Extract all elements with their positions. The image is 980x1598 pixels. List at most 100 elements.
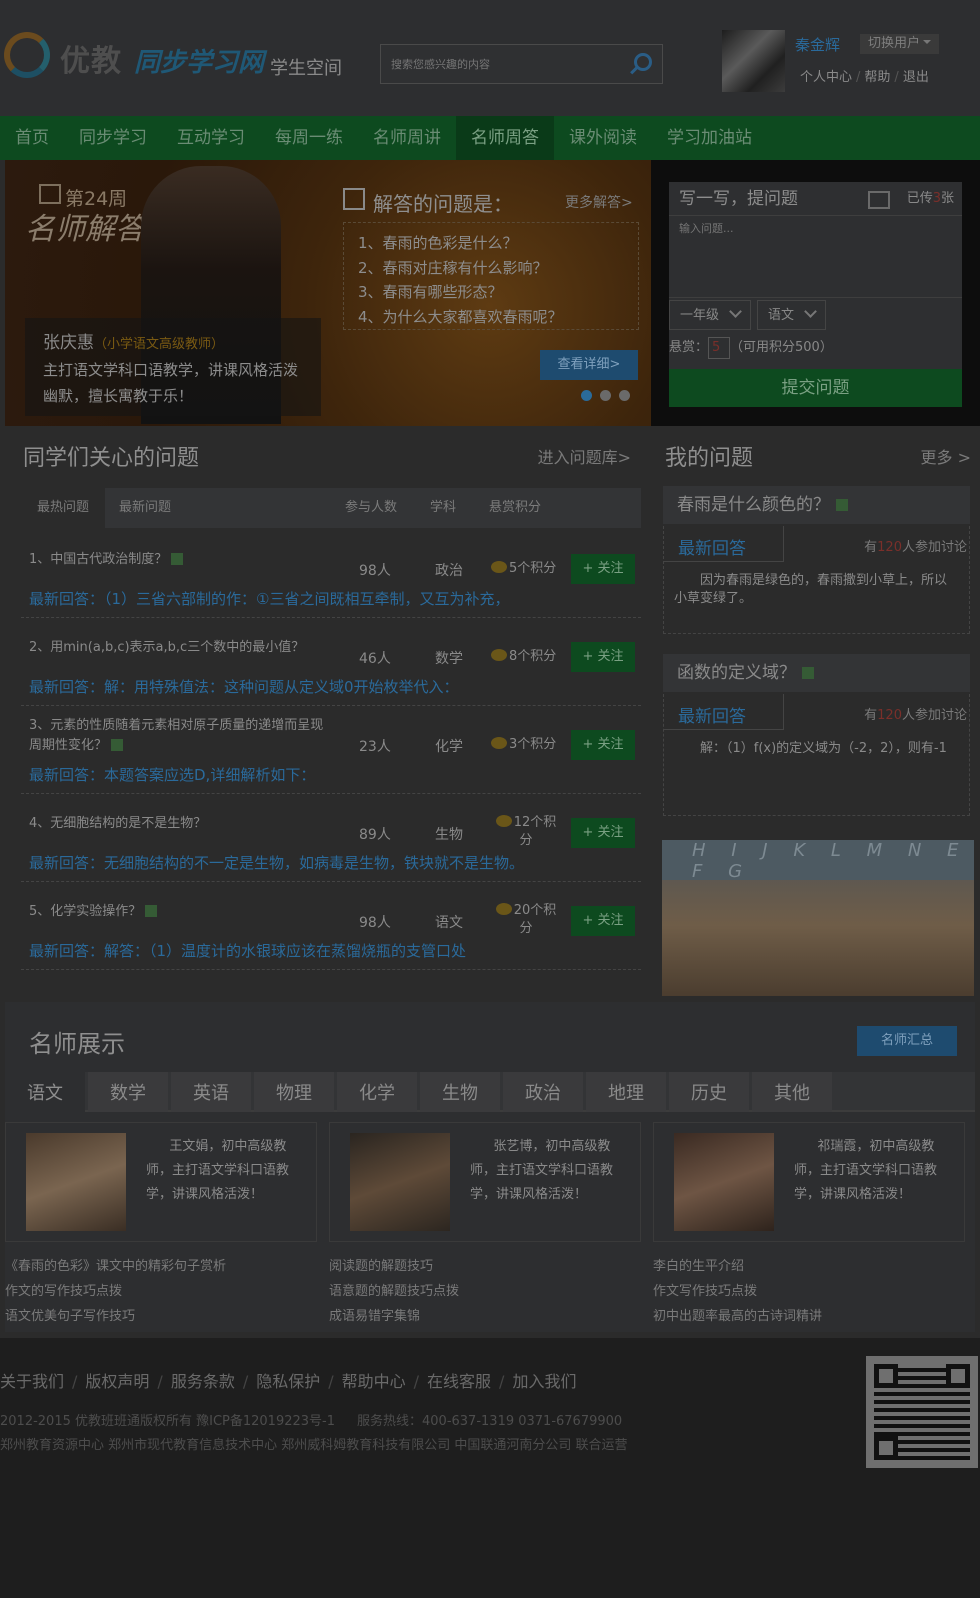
tab-history[interactable]: 历史 [669,1072,749,1112]
my-question-answer: 最新回答 有120人参加讨论 因为春雨是绿色的，春雨撒到小草上，所以小草变绿了。 [663,526,970,634]
more-answers-link[interactable]: 更多解答> [565,192,633,212]
terms-link[interactable]: 服务条款 [171,1372,235,1391]
user-name[interactable]: 秦金辉 [795,34,840,55]
teacher-photo[interactable] [674,1133,774,1231]
tab-physics[interactable]: 物理 [254,1072,334,1112]
lesson-link[interactable]: 作文的写作技巧点拨 [5,1279,226,1304]
grade-select[interactable]: 一年级 [669,300,752,330]
tab-geography[interactable]: 地理 [586,1072,666,1112]
teacher-photo[interactable] [350,1133,450,1231]
site-logo[interactable]: 优教 同步学习网 学生空间 [4,30,342,82]
privacy-link[interactable]: 隐私保护 [256,1372,320,1391]
participant-count: 46人 [359,651,391,667]
nav-sync-learning[interactable]: 同步学习 [64,116,162,160]
copyright-link[interactable]: 版权声明 [85,1372,149,1391]
submit-question-button[interactable]: 提交问题 [669,369,962,407]
teacher-links: 阅读题的解题技巧 语意题的解题技巧点拨 成语易错字集锦 [329,1254,459,1329]
lesson-link[interactable]: 阅读题的解题技巧 [329,1254,459,1279]
latest-answer[interactable]: 最新回答：解：用特殊值法：这种问题从定义域0开始枚举代入： [29,676,459,697]
follow-button[interactable]: + 关注 [571,818,635,848]
banner-question[interactable]: 2、春雨对庄稼有什么影响？ [358,256,624,281]
question-title[interactable]: 5、化学实验操作？ [29,902,329,922]
latest-answer-label: 最新回答 [678,707,746,727]
my-question[interactable]: 函数的定义域？ [663,654,970,692]
reward-note: （可用积分500） [730,340,833,355]
help-center-link[interactable]: 帮助中心 [342,1372,406,1391]
nav-teacher-answers[interactable]: 名师周答 [456,116,554,160]
separator: / [894,70,899,85]
operators-text: 郑州教育资源中心 郑州市现代教育信息技术中心 郑州威科姆教育科技有限公司 中国联… [0,1438,628,1453]
question-title[interactable]: 1、中国古代政治制度？ [29,550,329,570]
subject-select[interactable]: 语文 [757,300,827,330]
follow-button[interactable]: + 关注 [571,730,635,760]
tab-chemistry[interactable]: 化学 [337,1072,417,1112]
lesson-link[interactable]: 《春雨的色彩》课文中的精彩句子赏析 [5,1254,226,1279]
banner-question[interactable]: 3、春雨有哪些形态？ [358,280,624,305]
question-title[interactable]: 3、元素的性质随着元素相对原子质量的递增而呈现周期性变化？ [29,716,329,756]
grade-value: 一年级 [680,308,720,323]
follow-button[interactable]: + 关注 [571,554,635,584]
lesson-link[interactable]: 作文写作技巧点拨 [653,1279,822,1304]
question-bank-link[interactable]: 进入问题库> [538,444,631,468]
search-input[interactable] [381,45,611,83]
nav-extra-reading[interactable]: 课外阅读 [554,116,652,160]
my-question[interactable]: 春雨是什么颜色的？ [663,486,970,524]
nav-weekly-practice[interactable]: 每周一练 [260,116,358,160]
logout-link[interactable]: 退出 [903,70,929,85]
reward-input[interactable] [708,336,731,359]
teacher-photo[interactable] [26,1133,126,1231]
tab-politics[interactable]: 政治 [503,1072,583,1112]
lesson-link[interactable]: 语意题的解题技巧点拨 [329,1279,459,1304]
nav-teacher-lectures[interactable]: 名师周讲 [358,116,456,160]
help-link[interactable]: 帮助 [864,70,890,85]
teacher-desc: 主打语文学科口语教学，讲课风格活泼幽默，擅长寓教于乐！ [43,361,299,405]
tab-other[interactable]: 其他 [752,1072,832,1112]
tab-english[interactable]: 英语 [171,1072,251,1112]
latest-answer[interactable]: 最新回答：本题答案应选D,详细解析如下： [29,764,315,785]
search-box [380,44,663,84]
col-subject: 学科 [430,500,457,515]
question-textarea[interactable] [669,216,962,298]
lesson-link[interactable]: 李白的生平介绍 [653,1254,822,1279]
lesson-link[interactable]: 语文优美句子写作技巧 [5,1304,226,1329]
my-questions-more-link[interactable]: 更多 > [921,444,972,468]
solved-icon [836,499,848,511]
tab-math[interactable]: 数学 [88,1072,168,1112]
tab-hot-questions[interactable]: 最热问题 [21,488,105,528]
follow-button[interactable]: + 关注 [571,906,635,936]
switch-user-dropdown[interactable]: 切换用户 [860,34,940,54]
latest-answer[interactable]: 最新回答：无细胞结构的不一定是生物，如病毒是生物，铁块就不是生物。 [29,852,524,873]
view-detail-button[interactable]: 查看详细> [540,350,638,380]
discussion-count: 有120人参加讨论 [864,536,967,555]
tab-chinese[interactable]: 语文 [5,1072,85,1112]
about-link[interactable]: 关于我们 [0,1372,64,1391]
all-teachers-button[interactable]: 名师汇总 [857,1026,957,1056]
lesson-link[interactable]: 初中出题率最高的古诗词精讲 [653,1304,822,1329]
banner-question[interactable]: 4、为什么大家都喜欢春雨呢？ [358,305,624,330]
join-us-link[interactable]: 加入我们 [512,1372,576,1391]
slide-dot[interactable] [619,390,630,401]
personal-center-link[interactable]: 个人中心 [800,70,852,85]
question-subject: 语文 [435,915,463,931]
my-question-text: 函数的定义域？ [677,663,796,683]
question-title[interactable]: 4、无细胞结构的是不是生物？ [29,814,329,834]
image-upload-icon[interactable] [868,191,890,209]
follow-button[interactable]: + 关注 [571,642,635,672]
search-icon[interactable] [634,53,652,71]
hot-questions-section: 同学们关心的问题 进入问题库> 最热问题 最新问题 参与人数 学科 悬赏积分 1… [5,426,641,1000]
nav-home[interactable]: 首页 [0,116,64,160]
avatar[interactable] [722,30,785,92]
question-title[interactable]: 2、用min(a,b,c)表示a,b,c三个数中的最小值？ [29,638,329,658]
lesson-link[interactable]: 成语易错字集锦 [329,1304,459,1329]
nav-interactive-learning[interactable]: 互动学习 [162,116,260,160]
tab-biology[interactable]: 生物 [420,1072,500,1112]
slide-dot[interactable] [600,390,611,401]
slide-dot[interactable] [581,390,592,401]
hotline-text: 服务热线：400-637-1319 0371-67679900 [357,1414,623,1429]
online-service-link[interactable]: 在线客服 [427,1372,491,1391]
tab-new-questions[interactable]: 最新问题 [119,488,171,528]
latest-answer[interactable]: 最新回答：（1）三省六部制的作：①三省之间既相互牵制，又互为补充， [29,588,510,609]
latest-answer[interactable]: 最新回答：解答：（1）温度计的水银球应该在蒸馏烧瓶的支管口处 [29,940,466,961]
nav-study-station[interactable]: 学习加油站 [652,116,767,160]
banner-question[interactable]: 1、春雨的色彩是什么？ [358,231,624,256]
